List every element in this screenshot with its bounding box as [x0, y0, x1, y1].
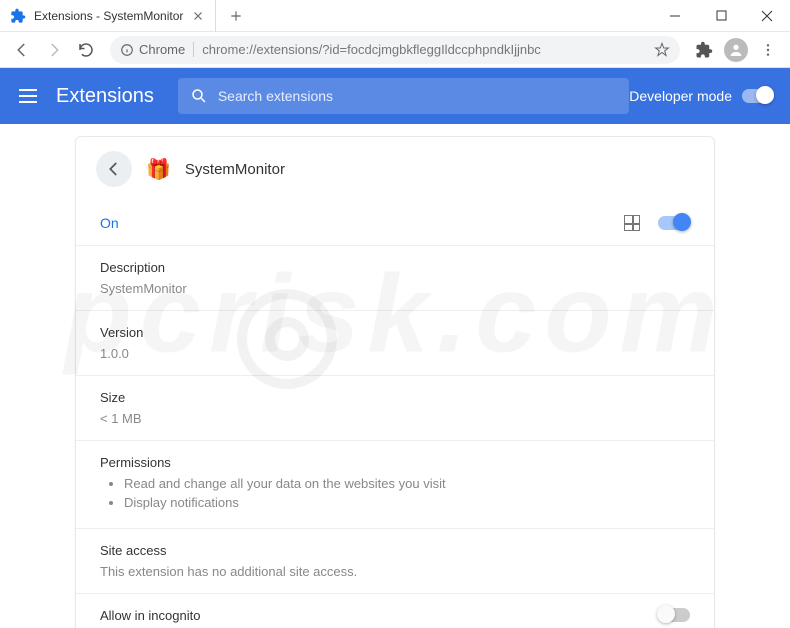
extension-enabled-toggle[interactable] — [658, 216, 690, 230]
extension-name: SystemMonitor — [185, 161, 285, 178]
version-label: Version — [100, 325, 690, 340]
search-icon — [190, 87, 208, 105]
status-on-label: On — [100, 215, 119, 231]
forward-button[interactable] — [40, 36, 68, 64]
description-label: Description — [100, 260, 690, 275]
extension-gift-icon: 🎁 — [146, 157, 171, 182]
window-titlebar: Extensions - SystemMonitor — [0, 0, 790, 32]
extensions-header: Extensions Developer mode — [0, 68, 790, 124]
permission-item: Display notifications — [124, 495, 690, 510]
extensions-toolbar-icon[interactable] — [690, 36, 718, 64]
incognito-toggle[interactable] — [658, 608, 690, 622]
permission-item: Read and change all your data on the web… — [124, 476, 690, 491]
site-access-label: Site access — [100, 543, 690, 558]
tab-title: Extensions - SystemMonitor — [34, 9, 183, 23]
new-tab-button[interactable] — [222, 2, 250, 30]
search-box[interactable] — [178, 78, 629, 114]
bookmark-icon[interactable] — [654, 42, 670, 58]
url-text: chrome://extensions/?id=focdcjmgbkfleggI… — [202, 42, 541, 57]
content-area[interactable]: 🎁 SystemMonitor On Description SystemMon… — [0, 124, 790, 628]
menu-icon[interactable] — [16, 84, 40, 108]
grid-view-icon[interactable] — [624, 215, 640, 231]
developer-mode-label: Developer mode — [629, 88, 732, 104]
extension-icon — [10, 8, 26, 24]
incognito-label: Allow in incognito — [100, 608, 646, 623]
extension-detail-card: 🎁 SystemMonitor On Description SystemMon… — [75, 136, 715, 628]
site-chip-label: Chrome — [139, 42, 185, 57]
description-value: SystemMonitor — [100, 281, 690, 296]
back-to-extensions-button[interactable] — [96, 151, 132, 187]
search-input[interactable] — [218, 88, 617, 104]
browser-menu-button[interactable] — [754, 36, 782, 64]
address-bar[interactable]: Chrome chrome://extensions/?id=focdcjmgb… — [110, 36, 680, 64]
page-title: Extensions — [56, 85, 154, 108]
site-info-chip[interactable]: Chrome — [120, 42, 194, 57]
size-value: < 1 MB — [100, 411, 690, 426]
minimize-button[interactable] — [652, 0, 698, 32]
version-value: 1.0.0 — [100, 346, 690, 361]
permissions-label: Permissions — [100, 455, 690, 470]
site-access-value: This extension has no additional site ac… — [100, 564, 690, 579]
back-button[interactable] — [8, 36, 36, 64]
profile-avatar[interactable] — [722, 36, 750, 64]
reload-button[interactable] — [72, 36, 100, 64]
close-tab-icon[interactable] — [191, 9, 205, 23]
info-icon — [120, 43, 134, 57]
maximize-button[interactable] — [698, 0, 744, 32]
developer-mode-toggle[interactable] — [742, 89, 774, 103]
browser-tab[interactable]: Extensions - SystemMonitor — [0, 0, 216, 32]
close-window-button[interactable] — [744, 0, 790, 32]
size-label: Size — [100, 390, 690, 405]
browser-toolbar: Chrome chrome://extensions/?id=focdcjmgb… — [0, 32, 790, 68]
